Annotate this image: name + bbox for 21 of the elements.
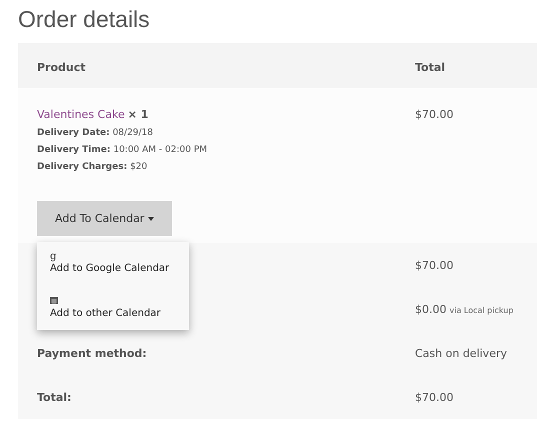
calendar-option[interactable]: g Add to Google Calendar	[37, 250, 189, 295]
calendar-icon	[50, 297, 58, 304]
add-to-calendar-button[interactable]: Add To Calendar	[37, 201, 172, 236]
quantity: × 1	[128, 108, 148, 121]
product-link[interactable]: Valentines Cake	[37, 108, 125, 121]
item-meta: Delivery Date: 08/29/18	[37, 128, 154, 138]
caret-icon	[148, 216, 154, 220]
total-label: Total:	[37, 391, 72, 404]
item-meta: Delivery Charges: $20	[37, 162, 148, 172]
total-label: Payment method:	[37, 347, 147, 360]
column-header: Product	[37, 60, 87, 74]
column-header: Total	[415, 60, 446, 74]
shipping-note: via Local pickup	[450, 306, 514, 315]
total-value: $70.00	[415, 391, 454, 404]
item-meta: Delivery Time: 10:00 AM - 02:00 PM	[37, 145, 208, 155]
total-value: $70.00	[415, 259, 454, 272]
total-value: $0.00	[415, 303, 446, 316]
total-value: Cash on delivery	[415, 347, 507, 360]
item-total: $70.00	[415, 108, 454, 121]
page-title: Order details	[18, 6, 151, 33]
g-icon: g	[50, 250, 56, 263]
